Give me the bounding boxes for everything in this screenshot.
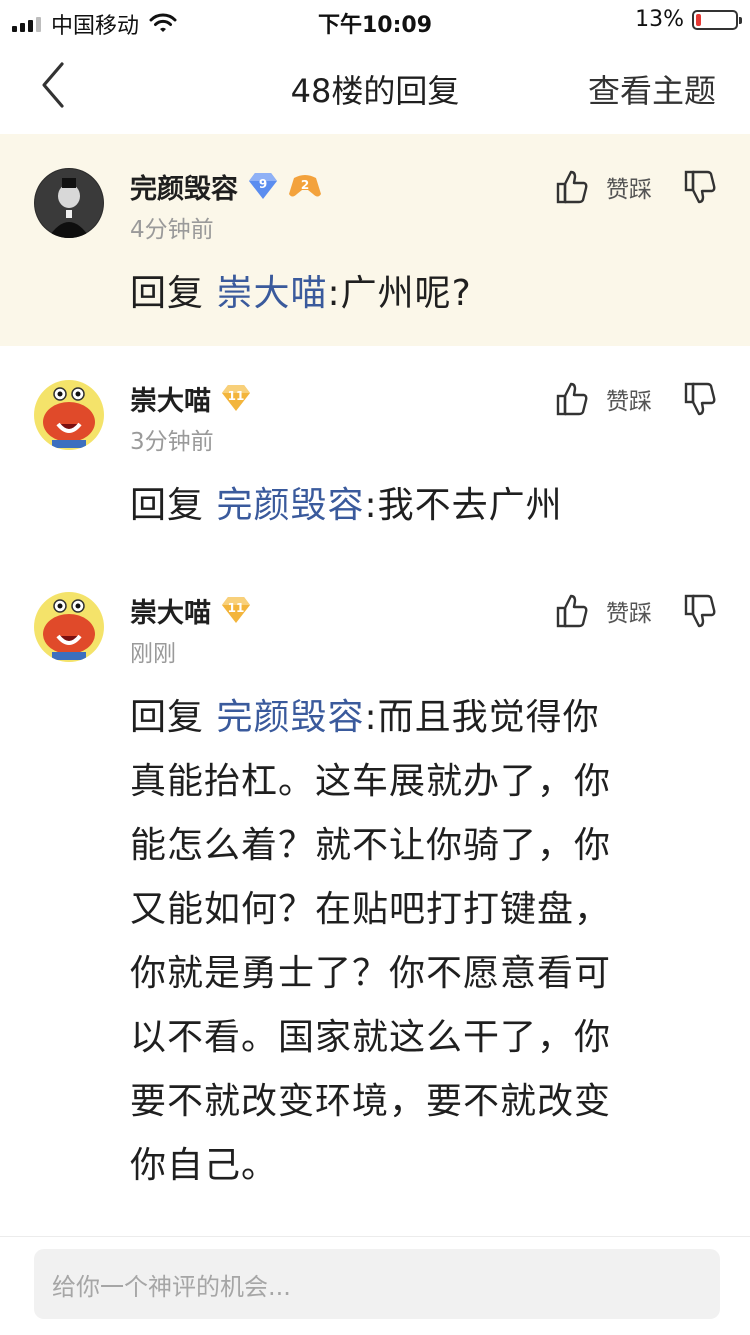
game-badge-icon: 2 [288,172,322,200]
username[interactable]: 完颜毁容 [130,167,238,206]
reply-text: :我不去广州 [364,485,563,526]
reply-line: 能怎么着？就不让你骑了，你 [130,825,612,866]
user-info: 崇大喵 11 [130,379,251,418]
level-badge-icon: 11 [221,384,251,412]
reply-item: 崇大喵 11 刚刚 赞踩 回复 完颜毁容:而且我觉得你 真能抬杠。这车展就办了，… [0,558,750,1218]
battery-icon [692,9,742,30]
thumb-up-icon[interactable] [556,382,588,416]
mention-link[interactable]: 完颜毁容 [216,485,364,526]
level-badge-icon: 11 [221,596,251,624]
thumb-up-icon[interactable] [556,170,588,204]
post-time: 刚刚 [130,641,176,667]
vote-label: 赞踩 [606,389,652,415]
reply-content: 回复 完颜毁容:我不去广州 [130,474,710,538]
reply-line: 要不就改变环境，要不就改变 [130,1081,612,1122]
reply-input[interactable]: 给你一个神评的机会... [34,1249,720,1319]
thumb-down-icon[interactable] [684,594,716,628]
vote-label: 赞踩 [606,177,652,203]
reply-line: 你自己。 [130,1145,279,1186]
status-right: 13% [635,7,742,32]
battery-percent: 13% [635,7,684,32]
navigation-bar: 48楼的回复 查看主题 [0,40,750,132]
post-time: 4分钟前 [130,217,214,243]
game-level-number: 2 [300,178,310,192]
level-number: 11 [227,389,245,403]
reply-text: :广州呢? [327,273,472,314]
reply-line: 你就是勇士了？你不愿意看可 [130,953,612,994]
battery-fill [696,13,701,26]
avatar[interactable] [34,168,104,238]
thumb-down-icon[interactable] [684,382,716,416]
reply-line: 真能抬杠。这车展就办了，你 [130,761,612,802]
reply-line: 回复 完颜毁容:而且我觉得你 [130,686,710,750]
avatar[interactable] [34,380,104,450]
vote-actions: 赞踩 [556,594,716,628]
post-time: 3分钟前 [130,429,214,455]
reply-prefix: 回复 [130,273,205,314]
view-topic-button[interactable]: 查看主题 [588,66,716,112]
reply-content: 回复 完颜毁容:而且我觉得你 真能抬杠。这车展就办了，你 能怎么着？就不让你骑了… [130,686,710,1198]
status-bar: 中国移动 下午10:09 13% [0,0,750,40]
reply-bar: 给你一个神评的机会... [0,1236,750,1335]
mention-link[interactable]: 崇大喵 [216,273,327,314]
vote-label: 赞踩 [606,601,652,627]
user-info: 完颜毁容 9 2 [130,167,322,206]
vote-actions: 赞踩 [556,382,716,416]
reply-item: 完颜毁容 9 2 4分钟前 赞踩 回复 崇大喵:广州呢? [0,134,750,346]
reply-prefix: 回复 [130,697,205,738]
reply-line: 又能如何？在贴吧打打键盘， [130,889,612,930]
level-number: 9 [258,177,268,191]
reply-prefix: 回复 [130,485,205,526]
thumb-up-icon[interactable] [556,594,588,628]
level-badge-icon: 9 [248,172,278,200]
vote-actions: 赞踩 [556,170,716,204]
reply-content: 回复 崇大喵:广州呢? [130,262,710,326]
reply-line: 以不看。国家就这么干了，你 [130,1017,612,1058]
mention-link[interactable]: 完颜毁容 [216,697,364,738]
reply-item: 崇大喵 11 3分钟前 赞踩 回复 完颜毁容:我不去广州 [0,346,750,558]
thumb-down-icon[interactable] [684,170,716,204]
avatar[interactable] [34,592,104,662]
user-info: 崇大喵 11 [130,591,251,630]
reply-text: :而且我觉得你 [364,697,600,738]
username[interactable]: 崇大喵 [130,379,211,418]
level-number: 11 [227,601,245,615]
username[interactable]: 崇大喵 [130,591,211,630]
